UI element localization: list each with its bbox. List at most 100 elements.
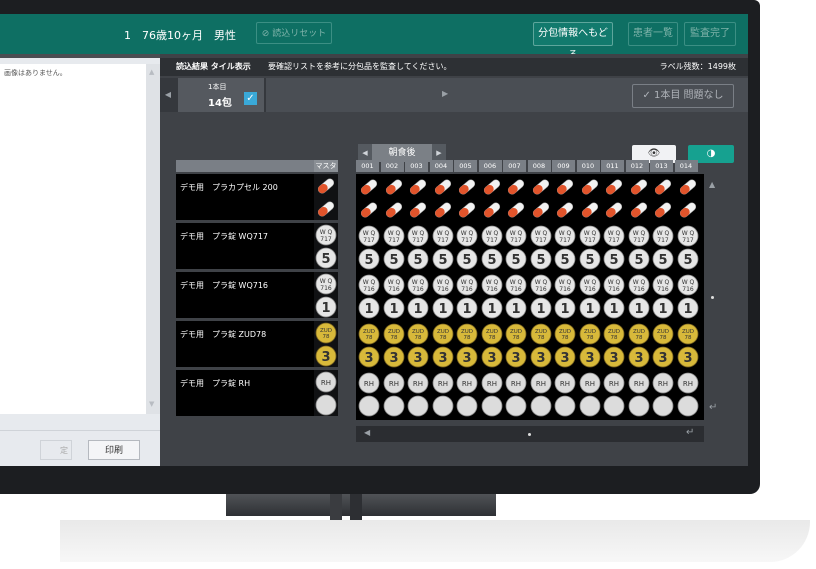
pill-tile[interactable]: W Q 717 5 — [406, 224, 430, 272]
drug-row[interactable]: デモ用 プラ錠 WQ716 W Q 716 1 — [176, 272, 338, 320]
pill-tile[interactable]: RH — [455, 371, 479, 419]
pill-tile[interactable]: ZUD 78 3 — [529, 322, 553, 370]
pack-column-header[interactable]: 014 — [674, 160, 698, 172]
pill-tile[interactable]: W Q 716 1 — [382, 273, 406, 321]
drug-row[interactable]: デモ用 プラ錠 ZUD78 ZUD 78 3 — [176, 321, 338, 369]
clipped-button[interactable]: 定 — [40, 440, 72, 460]
pack-column-header[interactable]: 004 — [429, 160, 453, 172]
pill-tile[interactable] — [480, 175, 504, 223]
pill-tile[interactable] — [529, 175, 553, 223]
pill-tile[interactable]: RH — [529, 371, 553, 419]
arrow-right-icon[interactable]: ▶ — [442, 89, 448, 98]
pill-tile[interactable] — [553, 175, 577, 223]
pack-column-header[interactable]: 003 — [405, 160, 428, 172]
return-icon[interactable]: ↵ — [709, 402, 717, 413]
pack-column-header[interactable]: 008 — [527, 160, 551, 172]
pill-tile[interactable]: W Q 716 1 — [602, 273, 626, 321]
pill-tile[interactable]: W Q 716 1 — [431, 273, 455, 321]
image-scrollbar[interactable]: ▲ ▼ — [146, 64, 160, 414]
pill-tile[interactable]: W Q 717 5 — [480, 224, 504, 272]
pill-tile[interactable] — [504, 175, 528, 223]
pill-tile[interactable] — [431, 175, 455, 223]
pill-tile[interactable] — [578, 175, 602, 223]
pill-tile[interactable]: ZUD 78 3 — [602, 322, 626, 370]
patient-list-button[interactable]: 患者一覧 — [628, 22, 678, 46]
audit-complete-button[interactable]: 監査完了 — [684, 22, 736, 46]
pill-tile[interactable]: W Q 717 5 — [676, 224, 700, 272]
pill-tile[interactable]: W Q 716 1 — [553, 273, 577, 321]
pill-tile[interactable]: W Q 716 1 — [357, 273, 381, 321]
pill-tile[interactable]: W Q 717 5 — [602, 224, 626, 272]
pack-column-header[interactable]: 013 — [650, 160, 673, 172]
pill-tile[interactable]: RH — [382, 371, 406, 419]
pill-tile[interactable] — [357, 175, 381, 223]
pill-tile[interactable]: W Q 716 1 — [676, 273, 700, 321]
pill-tile[interactable]: RH — [480, 371, 504, 419]
pack-column-header[interactable]: 006 — [478, 160, 502, 172]
pill-tile[interactable]: W Q 716 1 — [455, 273, 479, 321]
pack-column-header[interactable]: 001 — [356, 160, 379, 172]
pill-tile[interactable]: RH — [431, 371, 455, 419]
pill-tile[interactable] — [602, 175, 626, 223]
pill-tile[interactable]: W Q 716 1 — [578, 273, 602, 321]
pill-tile[interactable]: W Q 717 5 — [382, 224, 406, 272]
pill-tile[interactable]: ZUD 78 3 — [651, 322, 675, 370]
drug-row[interactable]: デモ用 プラ錠 RH RH — [176, 370, 338, 418]
pill-tile[interactable]: RH — [651, 371, 675, 419]
pill-tile[interactable]: ZUD 78 3 — [578, 322, 602, 370]
pill-tile[interactable]: W Q 717 5 — [455, 224, 479, 272]
pill-tile[interactable]: RH — [578, 371, 602, 419]
tab-roll-1[interactable]: 1本目 14包 ✓ — [178, 78, 264, 112]
pill-tile[interactable]: W Q 716 1 — [529, 273, 553, 321]
grid-horizontal-scroll[interactable]: ◀ ↵ — [356, 426, 704, 442]
return-icon[interactable]: ↵ — [686, 427, 694, 438]
pill-tile[interactable]: RH — [553, 371, 577, 419]
pill-tile[interactable]: W Q 716 1 — [480, 273, 504, 321]
pack-column-header[interactable]: 010 — [576, 160, 600, 172]
pill-tile[interactable]: RH — [357, 371, 381, 419]
drug-row[interactable]: デモ用 プラカプセル 200 — [176, 174, 338, 222]
pill-tile[interactable]: ZUD 78 3 — [627, 322, 651, 370]
pill-tile[interactable]: W Q 717 5 — [553, 224, 577, 272]
scroll-up-icon[interactable]: ▲ — [709, 180, 715, 189]
pill-tile[interactable]: ZUD 78 3 — [357, 322, 381, 370]
pack-column-header[interactable]: 005 — [454, 160, 477, 172]
pill-tile[interactable]: W Q 716 1 — [627, 273, 651, 321]
goto-pack-info-button[interactable]: 分包情報へもどる — [533, 22, 613, 61]
pill-tile[interactable] — [406, 175, 430, 223]
pill-tile[interactable] — [627, 175, 651, 223]
pill-tile[interactable]: ZUD 78 3 — [480, 322, 504, 370]
pill-tile[interactable]: W Q 717 5 — [627, 224, 651, 272]
pill-tile[interactable]: RH — [627, 371, 651, 419]
scroll-up-icon[interactable]: ▲ — [149, 68, 154, 76]
grid-vertical-scroll[interactable]: ▲ ↵ — [707, 178, 719, 418]
pill-tile[interactable]: W Q 717 5 — [578, 224, 602, 272]
pill-tile[interactable] — [651, 175, 675, 223]
pack-column-header[interactable]: 012 — [625, 160, 649, 172]
pill-tile[interactable] — [382, 175, 406, 223]
pill-tile[interactable]: ZUD 78 3 — [431, 322, 455, 370]
pill-tile[interactable]: RH — [504, 371, 528, 419]
pill-tile[interactable]: ZUD 78 3 — [382, 322, 406, 370]
pill-tile[interactable]: W Q 717 5 — [357, 224, 381, 272]
pill-tile[interactable]: RH — [676, 371, 700, 419]
pill-tile[interactable]: W Q 716 1 — [651, 273, 675, 321]
pack-column-header[interactable]: 002 — [380, 160, 404, 172]
no-problem-button[interactable]: ✓ 1本目 問題なし — [632, 84, 734, 108]
pill-tile[interactable]: ZUD 78 3 — [676, 322, 700, 370]
pack-column-header[interactable]: 007 — [503, 160, 526, 172]
print-button[interactable]: 印刷 — [88, 440, 140, 460]
pill-tile[interactable]: W Q 717 5 — [504, 224, 528, 272]
pill-tile[interactable]: W Q 716 1 — [504, 273, 528, 321]
pill-tile[interactable]: W Q 717 5 — [651, 224, 675, 272]
reset-read-button[interactable]: ⊘ 読込リセット — [256, 22, 332, 44]
pill-tile[interactable] — [455, 175, 479, 223]
pill-tile[interactable]: W Q 717 5 — [431, 224, 455, 272]
pill-tile[interactable]: W Q 717 5 — [529, 224, 553, 272]
pill-tile[interactable]: ZUD 78 3 — [553, 322, 577, 370]
pack-column-header[interactable]: 009 — [552, 160, 575, 172]
arrow-left-icon[interactable]: ◀ — [160, 78, 176, 112]
pill-tile[interactable]: W Q 716 1 — [406, 273, 430, 321]
pill-tile[interactable]: RH — [406, 371, 430, 419]
drug-row[interactable]: デモ用 プラ錠 WQ717 W Q 717 5 — [176, 223, 338, 271]
